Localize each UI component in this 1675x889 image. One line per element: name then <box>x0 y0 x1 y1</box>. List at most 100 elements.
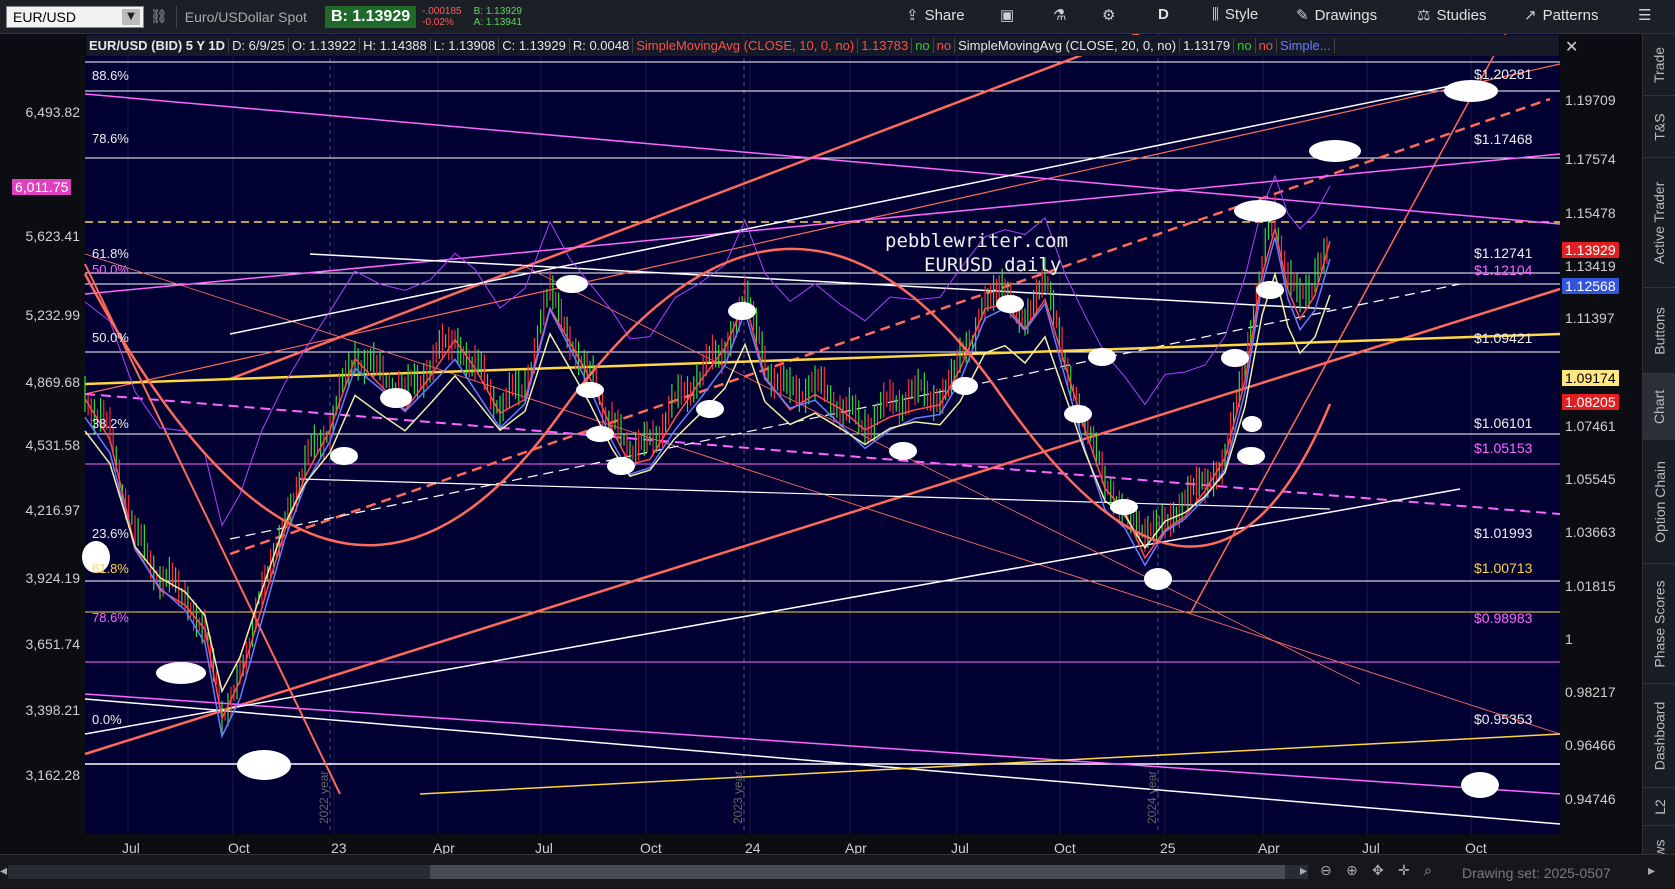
legend-sma10[interactable]: SimpleMovingAvg (CLOSE, 10, 0, no) <box>633 38 859 53</box>
y-right-tick: 1 <box>1565 631 1573 647</box>
crosshair-icon[interactable]: ✛ <box>1398 863 1410 879</box>
y-right-tick: 1.01815 <box>1565 578 1616 594</box>
y-right-tick: 0.98217 <box>1565 684 1616 700</box>
y-left-tick: 5,623.41 <box>25 228 81 244</box>
pivot-oval <box>237 750 291 780</box>
patterns-icon: ↗ <box>1524 7 1537 24</box>
tab-dashboard[interactable]: Dashboard <box>1643 684 1675 788</box>
pivot-oval <box>586 426 614 442</box>
fib-label: 50.0% <box>92 262 129 277</box>
legend-sma20-value: 1.13179 <box>1180 38 1235 53</box>
chevron-down-icon[interactable]: ▼ <box>122 8 140 25</box>
pivot-oval <box>576 382 604 398</box>
y-right-tick: 1.17574 <box>1565 151 1616 167</box>
scroll-right-icon[interactable]: ▸ <box>1300 863 1307 879</box>
level-value: $1.20281 <box>1474 66 1533 82</box>
patterns-button[interactable]: ↗ Patterns <box>1524 6 1598 25</box>
sma-badge: 1.09174 <box>1562 370 1619 386</box>
menu-button[interactable]: ☰ <box>1638 6 1651 24</box>
drawings-label: Drawings <box>1314 6 1378 24</box>
tab-label: Active Trader <box>1651 181 1668 264</box>
tab-label: Phase Scores <box>1651 579 1668 668</box>
price-level: $1.01993 <box>1474 525 1532 541</box>
camera-icon: ▣ <box>1000 7 1015 24</box>
y-right-tick: 1.11397 <box>1565 310 1615 326</box>
legend-symbol: EUR/USD (BID) 5 Y 1D <box>86 38 230 53</box>
legend-sma50[interactable]: Simple... <box>1277 38 1335 53</box>
tab-active-trader[interactable]: Active Trader <box>1643 158 1675 288</box>
scroll-end-icon[interactable]: ▸ <box>1648 863 1655 879</box>
pivot-oval <box>1221 349 1249 367</box>
study-legend: EUR/USD (BID) 5 Y 1D D: 6/9/25 O: 1.1392… <box>86 35 1559 56</box>
change-value: -.000185 <box>422 5 462 17</box>
pencil-icon: ✎ <box>1296 7 1309 24</box>
legend-no: no <box>1234 38 1256 53</box>
link-icon[interactable]: ⛓ <box>150 9 168 25</box>
drawings-button[interactable]: ✎ Drawings <box>1296 6 1378 25</box>
style-button[interactable]: ⫼ Style <box>1212 6 1258 23</box>
legend-sma20[interactable]: SimpleMovingAvg (CLOSE, 20, 0, no) <box>955 38 1181 53</box>
fib-label: 61.8% <box>92 246 129 261</box>
share-button[interactable]: ⇪ Share <box>906 6 965 25</box>
tab-trade[interactable]: Trade <box>1643 34 1675 96</box>
price-level: $1.06101 <box>1474 415 1532 431</box>
year-label: 2023 year <box>731 770 745 824</box>
level-value: $1.12741 <box>1474 245 1533 261</box>
y-left-tick: 3,924.19 <box>25 570 81 586</box>
studies-lab-button[interactable]: ⚗ <box>1053 6 1066 24</box>
zoom-out-icon[interactable]: ⊖ <box>1320 863 1332 879</box>
legend-close: C: 1.13929 <box>499 38 570 53</box>
last-price-badge: 1.13929 <box>1562 242 1619 258</box>
pivot-oval <box>1237 447 1265 465</box>
chart-canvas[interactable] <box>0 34 1642 854</box>
settings-button[interactable]: ⚙ <box>1102 6 1115 24</box>
fib-label: 23.6% <box>92 526 129 541</box>
collapse-icon[interactable]: ✕ <box>1565 37 1578 56</box>
legend-date: D: 6/9/25 <box>229 38 289 53</box>
bottom-scroll-bar: ◂ ▸ ⊖ ⊕ ✥ ✛ ⌕ Drawing set: 2025-0507 ▸ <box>0 854 1675 889</box>
tab-label: Buttons <box>1651 306 1668 355</box>
tab-buttons[interactable]: Buttons <box>1643 288 1675 374</box>
studies-icon: ⚖ <box>1417 7 1431 24</box>
scroll-left-icon[interactable]: ◂ <box>0 863 7 879</box>
tab-phase-scores[interactable]: Phase Scores <box>1643 564 1675 684</box>
pivot-oval <box>1234 200 1286 222</box>
y-right-tick: 1.05545 <box>1565 471 1616 487</box>
pivot-oval <box>728 302 756 320</box>
level-value: $0.98983 <box>1474 610 1533 626</box>
level-value: $1.06101 <box>1474 415 1533 431</box>
legend-no: no <box>1256 38 1278 53</box>
tab-l2[interactable]: L2 <box>1643 788 1675 826</box>
studies-label: Studies <box>1436 6 1487 24</box>
symbol-description: Euro/USDollar Spot <box>184 8 307 25</box>
fib-label: 78.6% <box>92 610 129 625</box>
tab-option-chain[interactable]: Option Chain <box>1643 440 1675 564</box>
period-button[interactable]: D <box>1158 6 1169 23</box>
tab-chart[interactable]: Chart <box>1643 374 1675 440</box>
magnifier-icon[interactable]: ⌕ <box>1424 863 1432 879</box>
bid-ask: B: 1.13929 A: 1.13941 <box>474 6 522 28</box>
pivot-oval <box>1064 405 1092 423</box>
zoom-in-icon[interactable]: ⊕ <box>1346 863 1358 879</box>
tab-time-and-sales[interactable]: T&S <box>1643 96 1675 158</box>
y-right-tick: 1.13419 <box>1565 258 1616 274</box>
price-chart[interactable]: EUR/USD (BID) 5 Y 1D D: 6/9/25 O: 1.1392… <box>0 34 1642 856</box>
symbol-selector[interactable]: EUR/USD ▼ <box>6 5 144 28</box>
studies-button[interactable]: ⚖ Studies <box>1417 6 1487 25</box>
ask-value: A: 1.13941 <box>473 16 522 28</box>
price-level: $1.05153 <box>1474 440 1532 456</box>
pivot-oval <box>1144 568 1172 590</box>
level-value: $1.05153 <box>1474 440 1533 456</box>
price-level: $1.20281 <box>1474 66 1532 82</box>
bid-value: B: 1.13929 <box>473 5 522 17</box>
level-value: $0.95353 <box>1474 711 1533 727</box>
year-label: 2024 year <box>1145 770 1159 824</box>
pivot-oval <box>996 295 1024 313</box>
flask-icon: ⚗ <box>1053 7 1067 24</box>
y-right-tick: 0.94746 <box>1565 791 1616 807</box>
pan-icon[interactable]: ✥ <box>1372 863 1384 879</box>
side-tab-rail: Trade T&S Active Trader Buttons Chart Op… <box>1642 34 1675 888</box>
snapshot-button[interactable]: ▣ <box>1000 6 1014 24</box>
fib-label: 0.0% <box>92 712 122 727</box>
scrollbar-thumb[interactable] <box>430 865 1285 879</box>
